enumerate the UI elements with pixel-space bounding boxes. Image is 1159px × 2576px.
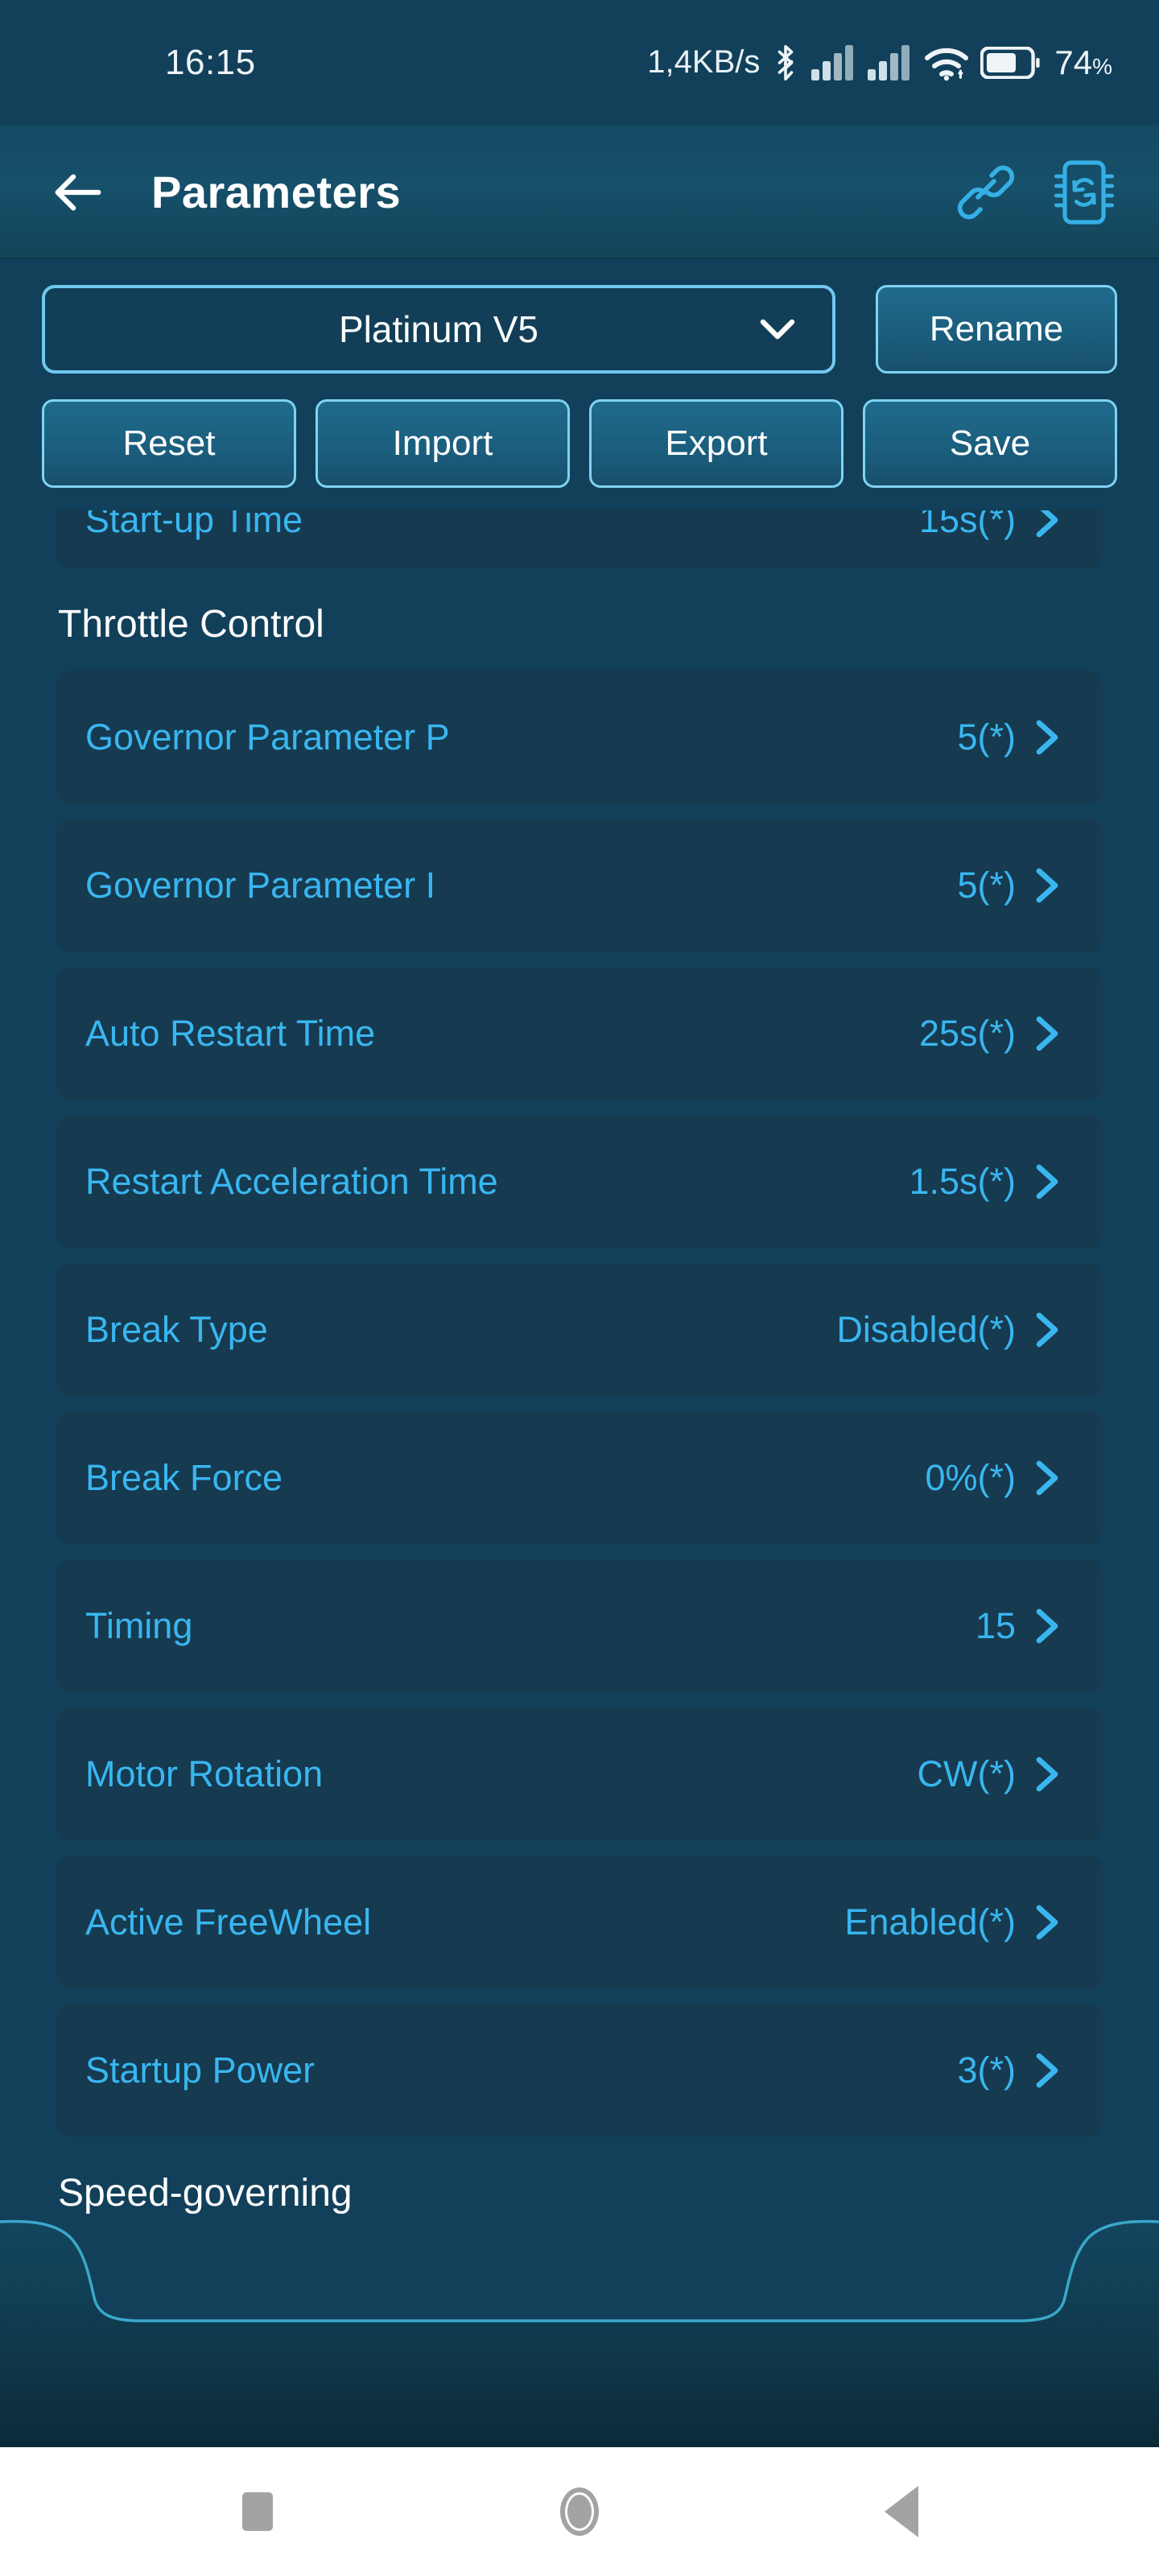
network-speed-label: 1,4KB/s xyxy=(647,44,761,80)
chevron-right-icon xyxy=(1033,1757,1061,1792)
chevron-right-icon xyxy=(1033,720,1061,755)
save-button[interactable]: Save xyxy=(863,399,1117,488)
chevron-right-icon xyxy=(1033,1312,1061,1348)
parameter-label: Break Force xyxy=(85,1457,283,1498)
back-button[interactable] xyxy=(853,2463,950,2560)
parameter-value: 0%(*) xyxy=(925,1457,1016,1498)
status-bar-clock: 16:15 xyxy=(165,42,256,82)
parameter-value-group: CW(*) xyxy=(918,1753,1061,1795)
home-button[interactable] xyxy=(531,2463,628,2560)
section-header-speed-governing: Speed-governing xyxy=(58,2172,353,2215)
chevron-right-icon xyxy=(1033,1016,1061,1051)
table-row[interactable]: Governor Parameter I 5(*) xyxy=(56,819,1103,952)
chevron-right-icon xyxy=(1033,1164,1061,1199)
profile-dropdown[interactable]: Platinum V5 xyxy=(42,285,835,374)
circle-icon xyxy=(560,2487,599,2536)
parameter-label: Restart Acceleration Time xyxy=(85,1161,498,1202)
app-bar-actions xyxy=(953,159,1117,225)
chevron-down-icon xyxy=(760,312,795,347)
status-bar: 16:15 1,4KB/s 74% xyxy=(0,0,1159,125)
parameter-value: 5(*) xyxy=(957,865,1016,906)
parameter-label: Governor Parameter P xyxy=(85,716,450,758)
profile-selector-row: Platinum V5 Rename xyxy=(0,259,1159,374)
android-nav-bar xyxy=(0,2447,1159,2576)
phone-screen: 16:15 1,4KB/s 74% Parameters Platinum V5… xyxy=(0,0,1159,2576)
battery-percent-label: 74% xyxy=(1054,43,1112,82)
parameter-value: 3(*) xyxy=(957,2050,1016,2091)
parameter-label: Motor Rotation xyxy=(85,1753,324,1794)
table-row[interactable]: Auto Restart Time 25s(*) xyxy=(56,967,1103,1100)
parameter-label: Auto Restart Time xyxy=(85,1013,376,1054)
parameter-list: Start-up Time 15s(*) Throttle Control Go… xyxy=(0,510,1159,2240)
parameter-value: Enabled(*) xyxy=(844,1901,1016,1942)
action-buttons-row: Reset Import Export Save xyxy=(0,374,1159,488)
profile-dropdown-value: Platinum V5 xyxy=(338,308,538,350)
chevron-right-icon xyxy=(1033,510,1061,538)
parameter-value-group: 1.5s(*) xyxy=(909,1161,1061,1203)
parameter-value-group: 5(*) xyxy=(957,865,1061,906)
chevron-right-icon xyxy=(1033,868,1061,903)
battery-icon xyxy=(980,46,1040,79)
parameter-value-group: 15s(*) xyxy=(919,510,1061,541)
chevron-right-icon xyxy=(1033,1905,1061,1940)
parameter-value-group: 15 xyxy=(975,1605,1061,1647)
chevron-right-icon xyxy=(1033,2053,1061,2088)
parameter-label: Governor Parameter I xyxy=(85,865,436,906)
recents-button[interactable] xyxy=(209,2463,306,2560)
signal-bars-icon xyxy=(811,44,856,80)
table-row[interactable]: Break Force 0%(*) xyxy=(56,1411,1103,1545)
table-row[interactable]: Restart Acceleration Time 1.5s(*) xyxy=(56,1115,1103,1249)
parameter-value: 25s(*) xyxy=(918,1013,1016,1054)
parameter-value: 1.5s(*) xyxy=(909,1161,1016,1202)
battery-percent-value: 74 xyxy=(1054,43,1093,81)
parameter-label: Start-up Time xyxy=(85,510,303,540)
page-title: Parameters xyxy=(151,167,402,217)
parameter-value-group: Disabled(*) xyxy=(836,1309,1061,1351)
import-button[interactable]: Import xyxy=(316,399,570,488)
parameter-label: Startup Power xyxy=(85,2050,316,2091)
table-row[interactable]: Governor Parameter P 5(*) xyxy=(56,671,1103,804)
parameter-value: 15 xyxy=(975,1605,1016,1646)
signal-bars-icon xyxy=(868,44,913,80)
parameter-value-group: 0%(*) xyxy=(925,1457,1061,1499)
table-row[interactable]: Active FreeWheel Enabled(*) xyxy=(56,1856,1103,1989)
parameter-value: CW(*) xyxy=(917,1753,1016,1794)
status-bar-icons: 1,4KB/s 74% xyxy=(647,42,1112,84)
parameter-value: 15s(*) xyxy=(918,510,1016,540)
parameter-value-group: 25s(*) xyxy=(919,1013,1061,1055)
rename-button[interactable]: Rename xyxy=(876,285,1117,374)
bluetooth-icon xyxy=(771,42,800,84)
section-header-throttle-control: Throttle Control xyxy=(58,603,324,646)
table-row[interactable]: Startup Power 3(*) xyxy=(56,2004,1103,2137)
parameter-value-group: 3(*) xyxy=(957,2050,1061,2091)
parameter-label: Active FreeWheel xyxy=(85,1901,372,1942)
percent-symbol: % xyxy=(1092,53,1112,79)
table-row[interactable]: Start-up Time 15s(*) xyxy=(56,510,1103,568)
chevron-right-icon xyxy=(1033,1608,1061,1644)
parameter-value-group: Enabled(*) xyxy=(844,1901,1061,1943)
export-button[interactable]: Export xyxy=(589,399,843,488)
link-icon[interactable] xyxy=(953,159,1019,225)
back-arrow-icon[interactable] xyxy=(50,164,106,221)
parameter-label: Timing xyxy=(85,1605,193,1646)
main-content: Platinum V5 Rename Reset Import Export S… xyxy=(0,259,1159,2447)
reset-button[interactable]: Reset xyxy=(42,399,296,488)
triangle-back-icon xyxy=(885,2486,918,2537)
parameter-value-group: 5(*) xyxy=(957,716,1061,758)
wifi-icon xyxy=(924,44,969,81)
app-bar: Parameters xyxy=(0,125,1159,259)
decorative-wave-overlay xyxy=(0,2219,1159,2447)
parameter-value: 5(*) xyxy=(957,716,1016,758)
table-row[interactable]: Motor Rotation CW(*) xyxy=(56,1707,1103,1841)
square-icon xyxy=(242,2492,273,2531)
table-row[interactable]: Timing 15 xyxy=(56,1559,1103,1693)
chip-refresh-icon[interactable] xyxy=(1051,159,1117,225)
chevron-right-icon xyxy=(1033,1460,1061,1496)
table-row[interactable]: Break Type Disabled(*) xyxy=(56,1263,1103,1397)
parameter-label: Break Type xyxy=(85,1309,268,1350)
parameter-value: Disabled(*) xyxy=(836,1309,1016,1350)
